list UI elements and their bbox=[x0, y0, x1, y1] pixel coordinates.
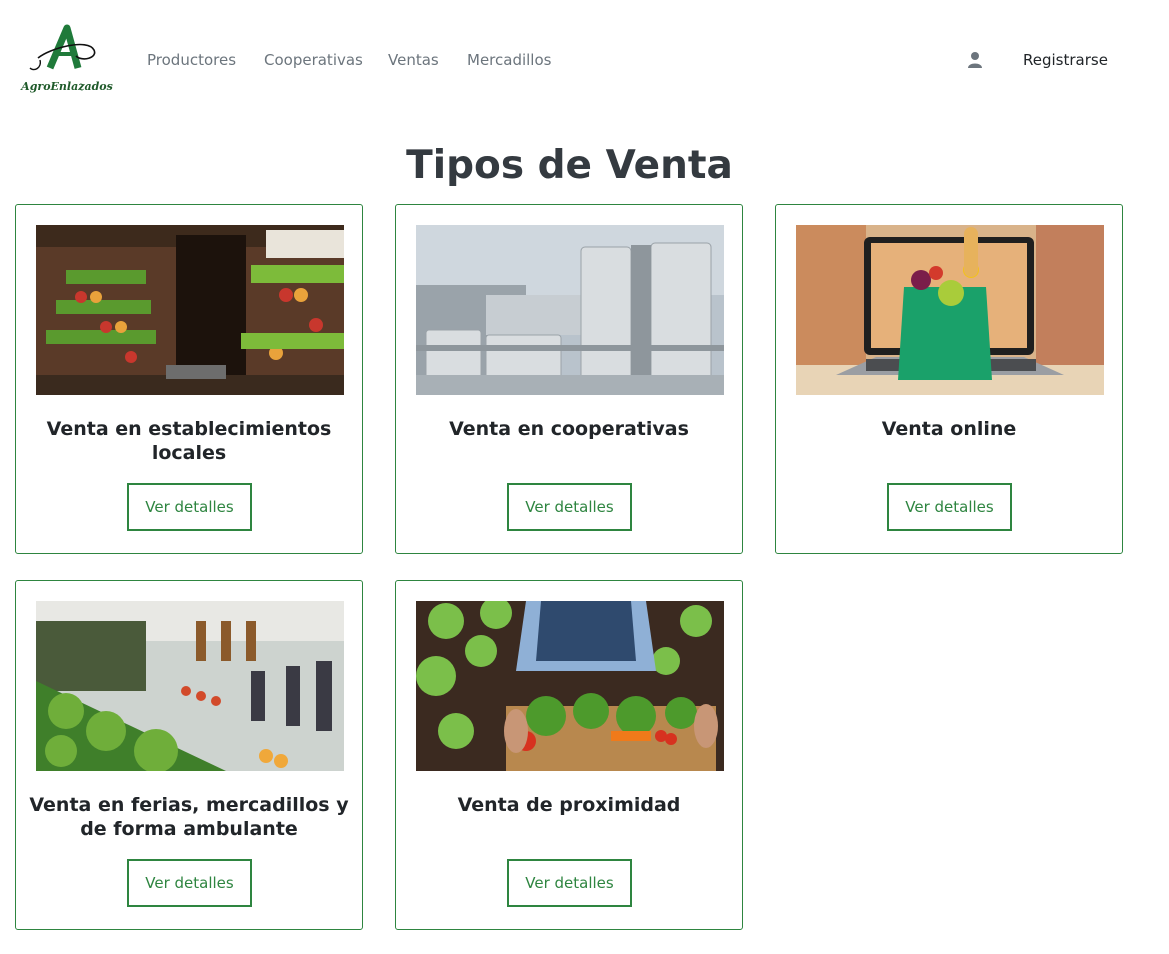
details-button[interactable]: Ver detalles bbox=[507, 859, 632, 907]
sale-type-card-proximity: Venta de proximidad Ver detalles bbox=[395, 580, 743, 930]
sale-type-card-markets: Venta en ferias, mercadillos y de forma … bbox=[15, 580, 363, 930]
details-button[interactable]: Ver detalles bbox=[507, 483, 632, 531]
details-button[interactable]: Ver detalles bbox=[887, 483, 1012, 531]
page-title: Tipos de Venta bbox=[406, 143, 733, 188]
sale-type-card-online: Venta online Ver detalles bbox=[775, 204, 1123, 554]
card-image-cooperative-silos bbox=[416, 225, 724, 395]
navbar: AgroEnlazados Productores Cooperativas V… bbox=[0, 0, 1169, 120]
card-title: Venta en ferias, mercadillos y de forma … bbox=[29, 794, 349, 840]
card-image-vegetable-crate bbox=[416, 601, 724, 771]
nav-link-mercadillos[interactable]: Mercadillos bbox=[467, 50, 551, 70]
card-title: Venta en cooperativas bbox=[449, 418, 689, 440]
card-title: Venta en establecimientos locales bbox=[46, 418, 332, 464]
brand-logo[interactable]: AgroEnlazados bbox=[20, 24, 114, 96]
svg-text:AgroEnlazados: AgroEnlazados bbox=[20, 80, 113, 93]
nav-link-ventas[interactable]: Ventas bbox=[388, 50, 439, 70]
sale-type-card-local: Venta en establecimientos locales Ver de… bbox=[15, 204, 363, 554]
register-link[interactable]: Registrarse bbox=[1023, 50, 1108, 70]
card-image-online-laptop bbox=[796, 225, 1104, 395]
sale-type-card-cooperatives: Venta en cooperativas Ver detalles bbox=[395, 204, 743, 554]
user-icon[interactable] bbox=[966, 51, 984, 69]
nav-link-productores[interactable]: Productores bbox=[147, 50, 236, 70]
card-image-market-stall bbox=[36, 601, 344, 771]
details-button[interactable]: Ver detalles bbox=[127, 483, 252, 531]
card-image-local-shop bbox=[36, 225, 344, 395]
card-title: Venta online bbox=[881, 418, 1017, 440]
card-title: Venta de proximidad bbox=[457, 794, 681, 816]
details-button[interactable]: Ver detalles bbox=[127, 859, 252, 907]
nav-link-cooperativas[interactable]: Cooperativas bbox=[264, 50, 363, 70]
